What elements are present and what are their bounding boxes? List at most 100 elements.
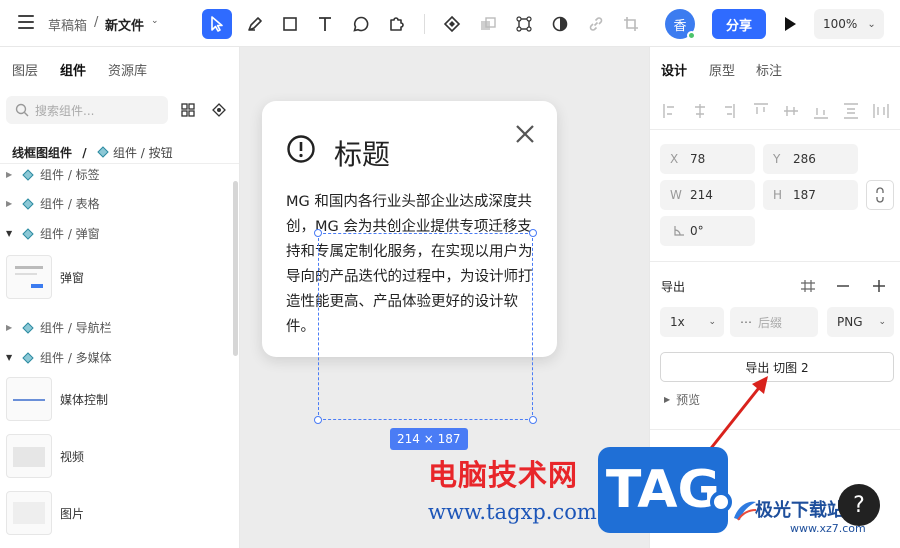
component-thumbnail [6,434,52,478]
grid-view-icon[interactable] [181,103,195,117]
text-tool-button[interactable] [310,9,340,39]
y-field-value: 286 [793,152,816,166]
breadcrumb-separator: / [94,15,99,30]
component-tool-button[interactable] [437,9,467,39]
angle-icon [674,226,684,236]
thumb-line [15,273,37,275]
width-field[interactable]: W 214 [660,180,755,210]
slice-settings-icon[interactable] [800,279,816,293]
chevron-down-icon: ⌄ [867,18,876,30]
caret-right-icon: ▶ [664,395,671,404]
plus-icon[interactable] [872,279,886,293]
more-icon: ⋯ [740,315,752,329]
frame-tool-button[interactable] [509,9,539,39]
height-field-value: 187 [793,188,816,202]
plugin-icon [390,17,404,31]
x-field[interactable]: X 78 [660,144,755,174]
mask-tool-button[interactable] [545,9,575,39]
caret-right-icon: ▶ [6,170,13,179]
component-item-modal[interactable]: 弹窗 [6,253,206,301]
component-label: 视频 [60,449,85,464]
breadcrumb-current: 组件 / 按钮 [112,146,173,160]
alignment-toolbar[interactable] [662,103,892,119]
constrain-proportions-button[interactable] [866,180,894,210]
resize-handle[interactable] [314,416,322,424]
boolean-tool-button[interactable] [473,9,503,39]
watermark-site-url: www.tagxp.com [428,500,597,524]
chevron-down-icon: ⌄ [708,317,716,327]
component-item-media-control[interactable]: 媒体控制 [6,375,206,423]
height-field-label: H [773,188,783,202]
toolbar-divider [424,14,425,34]
select-icon [211,16,223,32]
select-tool-button[interactable] [202,9,232,39]
width-field-value: 214 [690,188,713,202]
breadcrumb-root[interactable]: 线框图组件 [12,146,72,160]
width-field-label: W [670,188,682,202]
group-label: 组件 / 多媒体 [40,351,112,365]
x-field-value: 78 [690,152,706,166]
component-icon [22,168,34,181]
component-icon [22,227,34,240]
component-label: 弹窗 [60,270,85,285]
height-field[interactable]: H 187 [763,180,858,210]
search-input[interactable]: 搜索组件... [6,96,168,124]
export-format-select[interactable]: PNG ⌄ [827,307,894,337]
canvas[interactable]: 标题 MG 和国内各行业头部企业达成深度共创，MG 会为共创企业提供专项迁移支持… [240,47,649,548]
resize-handle[interactable] [314,229,322,237]
caret-down-icon: ▼ [6,229,13,238]
online-status-dot [687,31,696,40]
tab-prototype[interactable]: 原型 [709,60,735,79]
pen-tool-button[interactable] [240,9,270,39]
scrollbar[interactable] [233,181,238,356]
selection-box[interactable] [318,233,533,420]
plugin-tool-button[interactable] [381,9,411,39]
crop-tool-button[interactable] [616,9,646,39]
y-field[interactable]: Y 286 [763,144,858,174]
rectangle-tool-button[interactable] [275,9,305,39]
export-suffix-input[interactable]: ⋯ 后缀 [730,307,818,337]
tab-annotation[interactable]: 标注 [756,60,782,79]
thumb-video [13,447,45,467]
y-field-label: Y [773,152,781,166]
preview-toggle[interactable]: ▶ 预览 [664,391,700,408]
left-panel: 图层 组件 资源库 搜索组件... 线框图组件 / 组件 / 按钮 ▶ 组件 /… [0,47,240,548]
breadcrumb-folder[interactable]: 草稿箱 [48,15,87,34]
group-modal[interactable]: ▼ 组件 / 弹窗 [6,225,100,242]
resize-handle[interactable] [529,229,537,237]
group-table[interactable]: ▶ 组件 / 表格 [6,195,100,212]
tab-assets[interactable]: 资源库 [108,60,147,79]
chevron-down-icon[interactable]: ⌄ [151,16,159,26]
comment-icon [353,16,369,32]
component-thumbnail [6,377,52,421]
minus-icon[interactable] [836,279,850,293]
group-navbar[interactable]: ▶ 组件 / 导航栏 [6,319,112,336]
menu-icon[interactable] [18,15,34,29]
component-icon [22,321,34,334]
component-icon [443,15,461,33]
alert-icon [287,135,315,163]
link-tool-button[interactable] [581,9,611,39]
component-item-video[interactable]: 视频 [6,432,206,480]
tab-components[interactable]: 组件 [60,60,86,79]
comment-tool-button[interactable] [346,9,376,39]
tab-design[interactable]: 设计 [661,60,687,79]
share-button[interactable]: 分享 [712,9,766,39]
tab-layers[interactable]: 图层 [12,60,38,79]
thumb-progress [13,399,45,401]
group-media[interactable]: ▼ 组件 / 多媒体 [6,349,112,366]
help-button[interactable]: ? [838,484,880,526]
rotation-field[interactable]: 0° [660,216,755,246]
zoom-dropdown[interactable]: 100% ⌄ [814,9,884,39]
play-icon[interactable] [781,14,799,34]
breadcrumb-separator: / [82,146,87,160]
component-library-icon[interactable] [211,102,227,118]
top-toolbar: 草稿箱 / 新文件 ⌄ 香 分享 100% ⌄ [0,0,900,47]
resize-handle[interactable] [529,416,537,424]
export-scale-select[interactable]: 1x ⌄ [660,307,724,337]
caret-right-icon: ▶ [6,323,13,332]
component-item-image[interactable]: 图片 [6,489,206,537]
file-name[interactable]: 新文件 [105,15,144,34]
group-tags[interactable]: ▶ 组件 / 标签 [6,166,100,183]
close-icon[interactable] [514,123,536,145]
